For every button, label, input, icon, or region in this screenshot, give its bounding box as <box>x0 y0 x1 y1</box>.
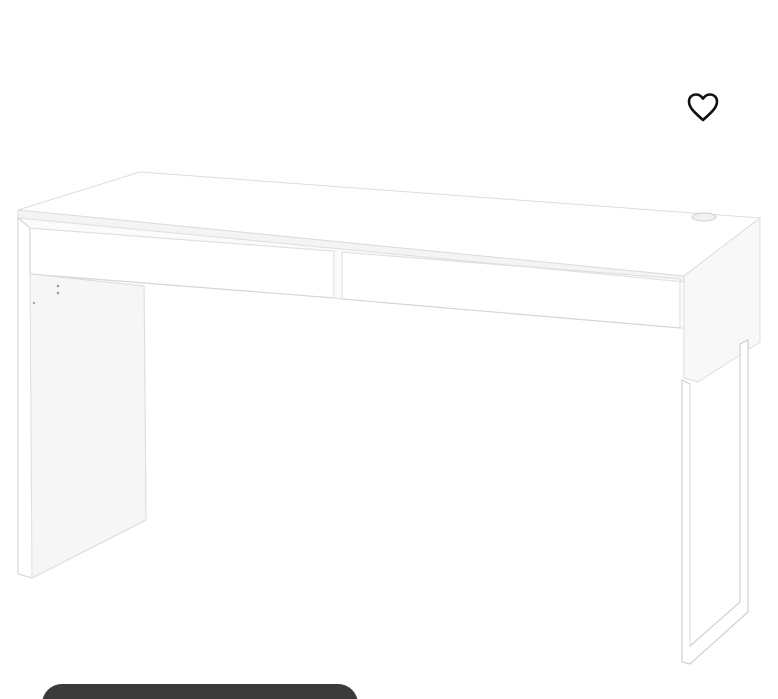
panel-hole-1 <box>56 284 60 288</box>
product-detail-screen <box>0 0 778 699</box>
favorite-button[interactable] <box>682 86 724 128</box>
desk-left-panel-inner <box>29 273 147 579</box>
panel-hole-2 <box>56 291 60 295</box>
cable-hole <box>691 212 717 222</box>
bottom-action-bar[interactable] <box>42 684 358 699</box>
desk-product-image <box>17 171 762 665</box>
heart-outline-icon <box>687 93 719 122</box>
panel-hole-3 <box>32 301 36 305</box>
desk-right-metal-leg <box>681 339 749 665</box>
